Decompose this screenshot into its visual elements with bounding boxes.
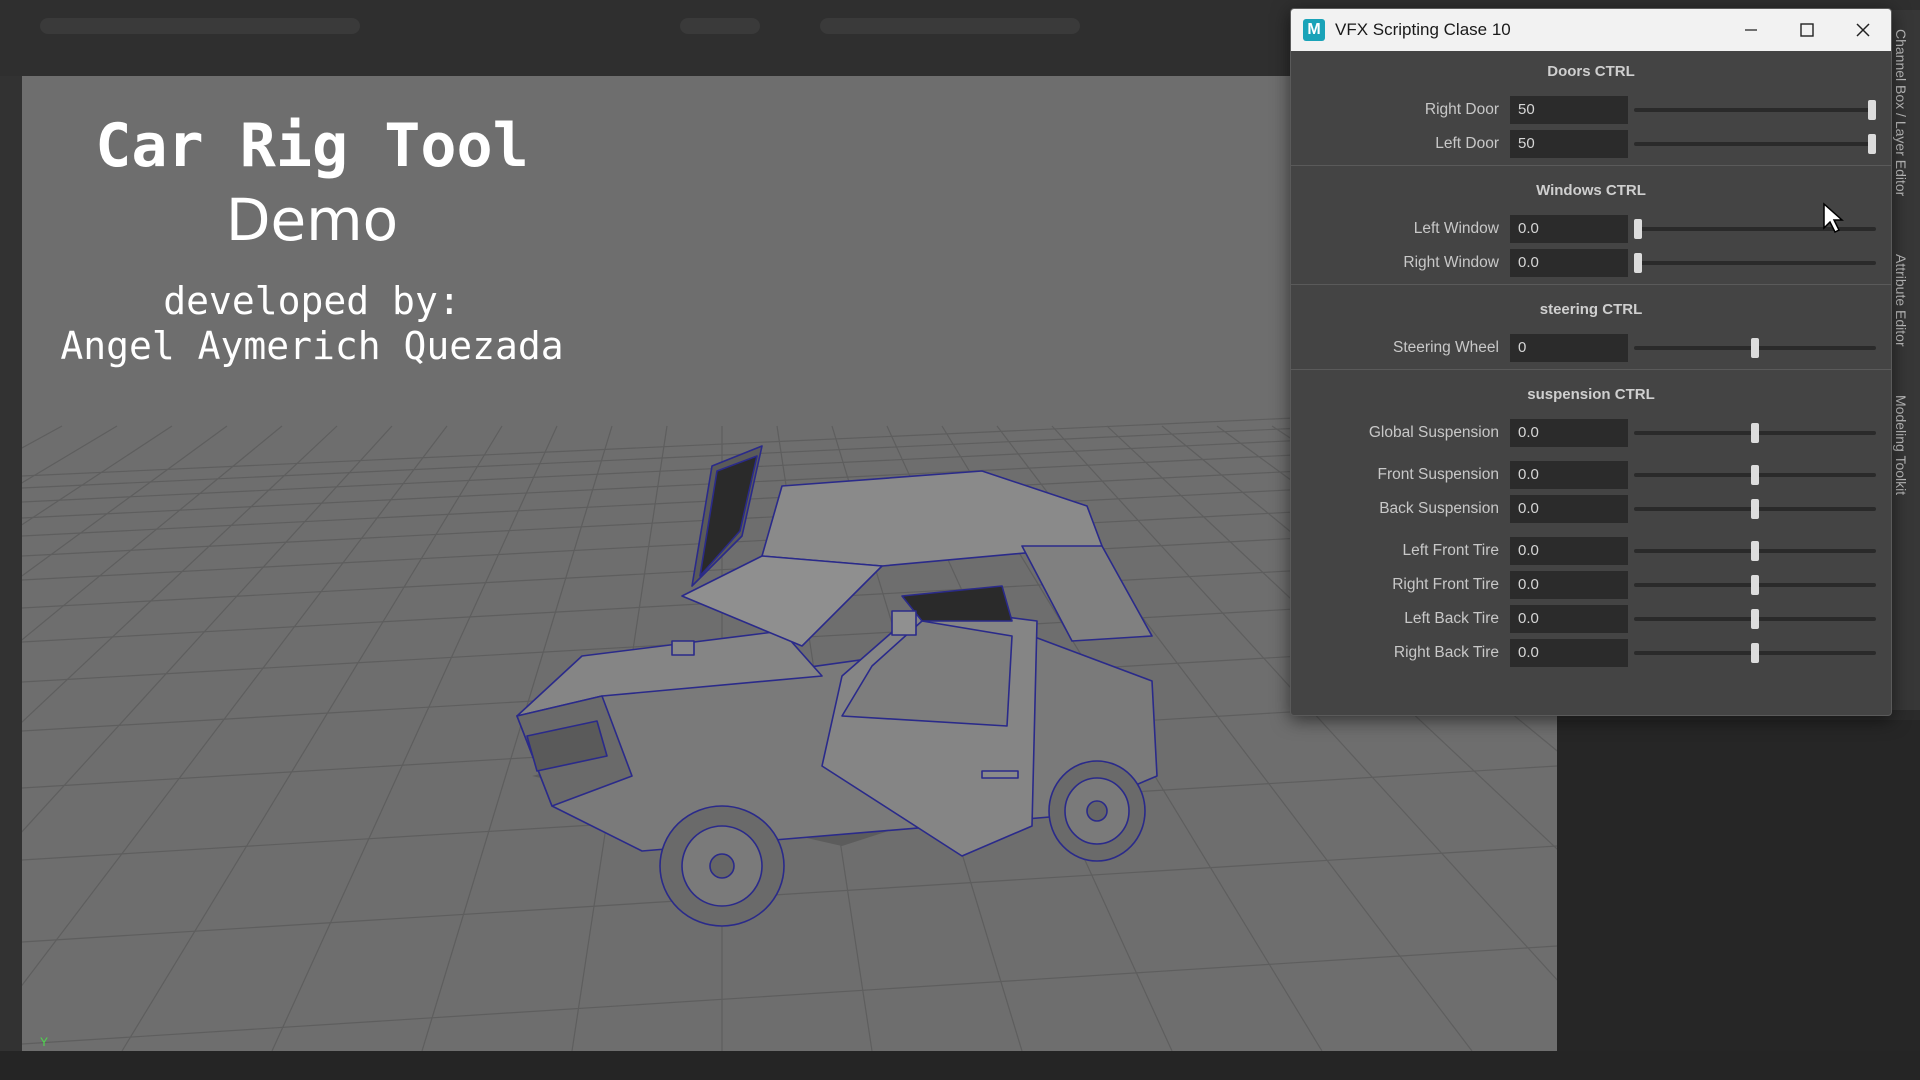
value-field[interactable]: 0.0: [1510, 605, 1628, 633]
control-label: Back Suspension: [1379, 500, 1499, 517]
slider-handle[interactable]: [1751, 465, 1759, 485]
control-row: Steering Wheel 0: [1291, 331, 1891, 365]
control-row: Back Suspension 0.0: [1291, 492, 1891, 526]
axis-indicator: Y: [40, 1035, 49, 1049]
value-field[interactable]: 0.0: [1510, 215, 1628, 243]
control-row: Left Front Tire 0.0: [1291, 534, 1891, 568]
grid-line: [22, 425, 118, 484]
control-label: Left Back Tire: [1404, 610, 1499, 627]
control-row: Right Window 0.0: [1291, 246, 1891, 280]
blurred-toolbar: [680, 18, 760, 34]
background-panel: [1557, 720, 1920, 1051]
value-field[interactable]: 50: [1510, 130, 1628, 158]
demo-subtitle: Demo: [225, 186, 399, 254]
grid-line: [271, 425, 558, 1051]
control-row: Left Window 0.0: [1291, 212, 1891, 246]
control-label: Left Window: [1413, 220, 1499, 237]
control-row: Right Back Tire 0.0: [1291, 636, 1891, 670]
value-field[interactable]: 0.0: [1510, 249, 1628, 277]
section-header: suspension CTRL: [1527, 386, 1655, 403]
blurred-toolbar: [40, 18, 360, 34]
control-label: Right Door: [1424, 101, 1499, 118]
slider-handle[interactable]: [1634, 253, 1642, 273]
left-toolbox: [0, 76, 22, 1051]
grid-line: [22, 945, 1557, 1045]
control-row: Global Suspension 0.0: [1291, 416, 1891, 450]
controls-panel: Doors CTRL Right Door 50 Left Door 50 Wi…: [1291, 51, 1891, 670]
value-field[interactable]: 0.0: [1510, 639, 1628, 667]
control-label: Front Suspension: [1377, 466, 1500, 483]
grid-line: [22, 425, 283, 641]
grid-line: [22, 425, 228, 577]
control-row: Right Door 50: [1291, 93, 1891, 127]
minimize-icon: [1745, 29, 1757, 31]
vfx-scripting-window: M VFX Scripting Clase 10 Doors CTRL Righ…: [1290, 8, 1892, 716]
slider-handle[interactable]: [1751, 575, 1759, 595]
window-title: VFX Scripting Clase 10: [1335, 20, 1511, 39]
status-bar: [0, 1051, 1920, 1080]
control-label: Left Front Tire: [1402, 542, 1499, 559]
section-header: Windows CTRL: [1536, 182, 1646, 199]
mouse-cursor-icon: [1823, 202, 1844, 234]
section-divider: [1291, 369, 1891, 370]
maximize-button[interactable]: [1779, 9, 1835, 51]
control-label: Right Window: [1403, 254, 1499, 271]
value-field[interactable]: 0.0: [1510, 495, 1628, 523]
value-field[interactable]: 50: [1510, 96, 1628, 124]
slider-handle[interactable]: [1751, 499, 1759, 519]
grid-line: [22, 425, 448, 987]
control-row: Left Back Tire 0.0: [1291, 602, 1891, 636]
section-divider: [1291, 284, 1891, 285]
grid-line: [121, 425, 503, 1051]
value-field[interactable]: 0.0: [1510, 571, 1628, 599]
value-field[interactable]: 0.0: [1510, 537, 1628, 565]
control-row: Right Front Tire 0.0: [1291, 568, 1891, 602]
control-label: Global Suspension: [1368, 424, 1499, 441]
maximize-icon: [1800, 23, 1814, 37]
demo-title: Car Rig Tool: [95, 111, 529, 181]
control-label: Right Front Tire: [1392, 576, 1499, 593]
slider-track[interactable]: [1634, 108, 1876, 112]
section-header: Doors CTRL: [1547, 63, 1635, 80]
slider-handle[interactable]: [1751, 541, 1759, 561]
window-titlebar[interactable]: M VFX Scripting Clase 10: [1291, 9, 1891, 51]
slider-handle[interactable]: [1868, 100, 1876, 120]
slider-track[interactable]: [1634, 142, 1876, 146]
control-row: Left Door 50: [1291, 127, 1891, 161]
value-field[interactable]: 0.0: [1510, 419, 1628, 447]
front-wheel: [659, 805, 785, 927]
section-header: steering CTRL: [1539, 301, 1643, 318]
slider-handle[interactable]: [1751, 643, 1759, 663]
minimize-button[interactable]: [1723, 9, 1779, 51]
slider-handle[interactable]: [1868, 134, 1876, 154]
rear-wheel: [1048, 760, 1146, 862]
credit-line-1: developed by:: [163, 279, 461, 323]
credit-line-2: Angel Aymerich Quezada: [60, 324, 564, 368]
grid-line: [22, 425, 173, 526]
value-field[interactable]: 0.0: [1510, 461, 1628, 489]
slider-track[interactable]: [1634, 261, 1876, 265]
grid-line: [22, 425, 63, 449]
slider-handle[interactable]: [1634, 219, 1642, 239]
value-field[interactable]: 0: [1510, 334, 1628, 362]
maya-app-icon: M: [1303, 19, 1325, 41]
slider-handle[interactable]: [1751, 338, 1759, 358]
control-label: Steering Wheel: [1393, 339, 1499, 356]
blurred-toolbar: [820, 18, 1080, 34]
slider-handle[interactable]: [1751, 423, 1759, 443]
close-button[interactable]: [1835, 9, 1891, 51]
slider-handle[interactable]: [1751, 609, 1759, 629]
control-label: Right Back Tire: [1393, 644, 1499, 661]
section-divider: [1291, 165, 1891, 166]
control-label: Left Door: [1435, 135, 1499, 152]
car-model: [516, 445, 1158, 927]
close-icon: [1856, 23, 1870, 37]
control-row: Front Suspension 0.0: [1291, 458, 1891, 492]
